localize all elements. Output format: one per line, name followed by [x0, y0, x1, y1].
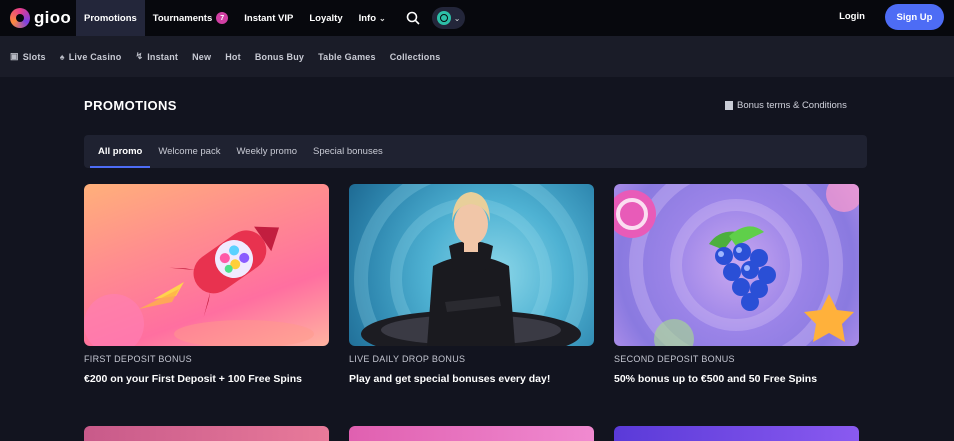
- tab-special-bonuses[interactable]: Special bonuses: [305, 135, 391, 168]
- category-label: Hot: [225, 51, 241, 62]
- nav-item-info[interactable]: Info ⌄: [351, 0, 394, 36]
- category-label: Slots: [22, 51, 46, 62]
- tab-welcome-pack[interactable]: Welcome pack: [150, 135, 228, 168]
- logo-text: gioo: [34, 8, 72, 27]
- promo-image-rocket: [84, 184, 329, 346]
- login-button[interactable]: Login: [831, 8, 873, 26]
- tournaments-count-badge: 7: [216, 12, 229, 24]
- logo[interactable]: gioo: [10, 8, 76, 28]
- category-label: Collections: [389, 51, 441, 62]
- promo-image-grapes: [614, 184, 859, 346]
- search-icon: [406, 11, 420, 25]
- signup-button[interactable]: Sign Up: [885, 4, 944, 30]
- category-bonus-buy[interactable]: Bonus Buy: [255, 52, 304, 62]
- nav-item-loyalty[interactable]: Loyalty: [301, 0, 350, 36]
- top-bar: gioo Promotions Tournaments 7 Instant VIP…: [0, 0, 954, 36]
- category-label: Bonus Buy: [254, 51, 305, 62]
- tab-weekly-promo[interactable]: Weekly promo: [228, 135, 305, 168]
- main-nav: Promotions Tournaments 7 Instant VIP Loya…: [76, 0, 394, 36]
- promo-card-partial[interactable]: [349, 426, 594, 441]
- category-instant[interactable]: ↯ Instant: [135, 51, 178, 62]
- nav-label: Loyalty: [309, 12, 343, 24]
- promo-card-second-deposit[interactable]: SECOND DEPOSIT BONUS 50% bonus up to €50…: [614, 184, 859, 386]
- nav-item-tournaments[interactable]: Tournaments 7: [145, 0, 236, 36]
- category-collections[interactable]: Collections: [390, 52, 441, 62]
- promo-card-live-daily-drop[interactable]: LIVE DAILY DROP BONUS Play and get speci…: [349, 184, 594, 386]
- language-selector[interactable]: ⌄: [431, 7, 466, 29]
- promo-label: FIRST DEPOSIT BONUS: [84, 354, 192, 364]
- page-title: PROMOTIONS: [84, 98, 177, 113]
- promo-card-partial[interactable]: [84, 426, 329, 441]
- category-new[interactable]: New: [192, 52, 211, 62]
- rocket-illustration-icon: [84, 226, 314, 346]
- nav-item-promotions[interactable]: Promotions: [76, 0, 145, 36]
- promo-label: LIVE DAILY DROP BONUS: [349, 354, 466, 364]
- nav-label: Tournaments: [152, 12, 213, 24]
- category-label: Instant: [147, 51, 179, 62]
- category-hot[interactable]: Hot: [225, 52, 241, 62]
- slot-machine-icon: ▣: [10, 51, 19, 61]
- category-label: New: [192, 51, 212, 62]
- terms-label: Bonus terms & Conditions: [737, 100, 847, 111]
- promo-description: 50% bonus up to €500 and 50 Free Spins: [614, 373, 818, 385]
- globe-icon: [436, 11, 451, 25]
- live-dealer-illustration-icon: [354, 184, 588, 346]
- category-slots[interactable]: ▣ Slots: [10, 51, 46, 62]
- promo-label: SECOND DEPOSIT BONUS: [614, 354, 735, 364]
- promo-tabs: All promo Welcome pack Weekly promo Spec…: [84, 135, 867, 168]
- nav-item-instant-vip[interactable]: Instant VIP: [236, 0, 301, 36]
- lightning-icon: ↯: [135, 51, 144, 61]
- search-button[interactable]: [402, 7, 424, 29]
- nav-label: Promotions: [84, 12, 137, 24]
- grapes-illustration-icon: [614, 184, 859, 346]
- tab-all-promo[interactable]: All promo: [90, 135, 151, 168]
- chevron-down-icon: ⌄: [453, 13, 461, 23]
- promo-card-partial[interactable]: [614, 426, 859, 441]
- category-live-casino[interactable]: ♠ Live Casino: [60, 52, 122, 62]
- promo-description: €200 on your First Deposit + 100 Free Sp…: [84, 373, 302, 385]
- category-label: Table Games: [318, 51, 376, 62]
- category-bar: ▣ Slots ♠ Live Casino ↯ Instant New Hot Bon…: [0, 36, 954, 77]
- document-icon: [725, 101, 733, 110]
- category-label: Live Casino: [68, 51, 122, 62]
- nav-label: Info: [358, 12, 377, 24]
- promo-image-live-dealer: [349, 184, 594, 346]
- logo-mark-icon: [10, 8, 30, 28]
- category-table-games[interactable]: Table Games: [318, 52, 376, 62]
- bonus-terms-link[interactable]: Bonus terms & Conditions: [725, 100, 847, 111]
- spade-icon: ♠: [59, 51, 65, 62]
- promo-card-first-deposit[interactable]: FIRST DEPOSIT BONUS €200 on your First D…: [84, 184, 329, 386]
- nav-label: Instant VIP: [244, 12, 294, 24]
- promo-description: Play and get special bonuses every day!: [349, 373, 551, 385]
- chevron-down-icon: ⌄: [379, 13, 386, 23]
